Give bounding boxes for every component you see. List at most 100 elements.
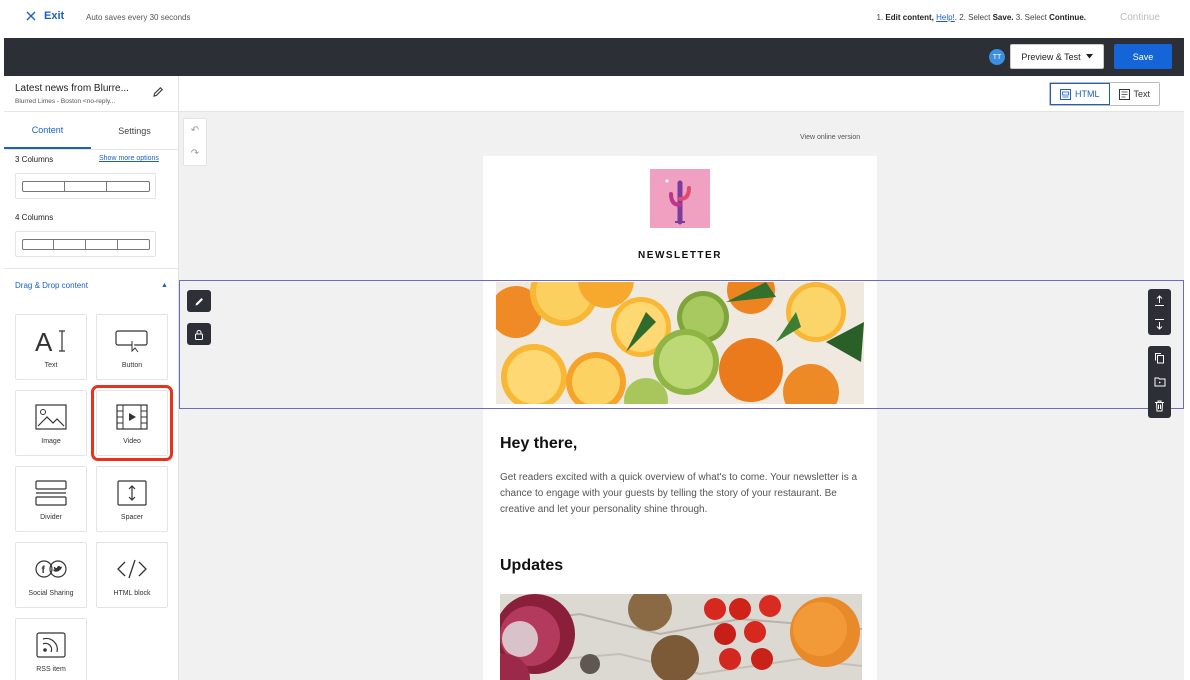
text-view-icon: [1118, 88, 1130, 100]
tile-label: Video: [123, 437, 141, 445]
show-more-options-link[interactable]: Show more options: [99, 155, 159, 162]
editor-header: TT Preview & Test Save: [4, 38, 1184, 76]
three-columns-label: 3 Columns: [15, 155, 54, 164]
step1-bold: Edit content,: [885, 13, 934, 22]
email-body: NEWSLETTER Hey there, Get readers excite…: [483, 156, 877, 680]
preview-test-label: Preview & Test: [1021, 51, 1081, 62]
four-columns-icon: [21, 238, 150, 250]
view-toggle: HTML Text: [1049, 82, 1161, 106]
step2-bold: Save.: [992, 13, 1014, 22]
tile-video[interactable]: Video: [91, 385, 173, 461]
delete-icon[interactable]: [1154, 400, 1165, 412]
autosave-text: Auto saves every 30 seconds: [86, 13, 191, 22]
row-actions-toolbar: [1148, 346, 1171, 418]
history-controls: ↶ ↷: [183, 118, 207, 166]
campaign-sender: Blurred Limes - Boston <no-reply...: [15, 98, 116, 105]
produce-image-icon: [500, 594, 862, 680]
move-up-icon[interactable]: [1154, 294, 1165, 307]
image-icon: [35, 402, 67, 432]
social-sharing-icon: f: [34, 554, 68, 584]
pencil-icon: [195, 297, 203, 305]
canvas-toolbar: HTML Text: [179, 76, 1184, 112]
divider: [4, 268, 178, 269]
cactus-logo-icon: [665, 179, 691, 225]
divider-icon: [35, 478, 67, 508]
view-online-link[interactable]: View online version: [800, 134, 860, 141]
tile-rss-item[interactable]: RSS item: [15, 618, 87, 680]
sidebar: Latest news from Blurre... Blurred Limes…: [4, 76, 179, 680]
text-view-label: Text: [1133, 89, 1151, 99]
edit-pencil-icon[interactable]: [152, 86, 164, 98]
updates-image[interactable]: [500, 594, 862, 680]
html-view-button[interactable]: HTML: [1050, 83, 1110, 105]
tile-divider[interactable]: Divider: [15, 466, 87, 532]
layout-four-columns[interactable]: [15, 231, 156, 257]
preview-test-button[interactable]: Preview & Test: [1010, 44, 1104, 69]
duplicate-icon[interactable]: [1154, 352, 1165, 364]
video-icon: [116, 402, 148, 432]
tab-content[interactable]: Content: [4, 112, 91, 149]
save-button[interactable]: Save: [1114, 44, 1172, 69]
four-columns-label: 4 Columns: [15, 213, 54, 222]
undo-icon[interactable]: ↶: [191, 125, 199, 136]
redo-icon[interactable]: ↷: [191, 148, 199, 159]
citrus-image-icon: [496, 282, 864, 404]
hero-image[interactable]: [496, 282, 864, 404]
tile-label: Image: [41, 437, 61, 445]
tile-label: Social Sharing: [28, 589, 74, 597]
step3-prefix: 3. Select: [1015, 13, 1047, 22]
layout-three-columns[interactable]: [15, 173, 156, 199]
continue-button[interactable]: Continue: [1120, 12, 1160, 23]
greeting-heading[interactable]: Hey there,: [500, 435, 577, 453]
tile-label: Button: [121, 361, 143, 369]
html-block-icon: [116, 554, 148, 584]
svg-text:A: A: [35, 327, 53, 355]
top-bar: Exit Auto saves every 30 seconds 1. Edit…: [0, 0, 1190, 38]
lock-icon: [195, 329, 203, 340]
three-columns-icon: [21, 180, 150, 192]
caret-down-icon: [1085, 54, 1093, 59]
tile-spacer[interactable]: Spacer: [96, 466, 168, 532]
close-icon: [26, 11, 36, 21]
drag-drop-header[interactable]: Drag & Drop content: [15, 281, 88, 290]
exit-button[interactable]: Exit: [26, 10, 64, 22]
edit-row-button[interactable]: [187, 290, 211, 312]
intro-paragraph[interactable]: Get readers excited with a quick overvie…: [500, 470, 870, 518]
tile-button[interactable]: Button: [96, 314, 168, 380]
tile-text[interactable]: A Text: [15, 314, 87, 380]
tile-social-sharing[interactable]: f Social Sharing: [15, 542, 87, 608]
move-down-icon[interactable]: [1154, 318, 1165, 330]
svg-text:f: f: [42, 565, 46, 576]
lock-row-button[interactable]: [187, 323, 211, 345]
step1-prefix: 1.: [876, 13, 884, 22]
move-row-toolbar: [1148, 289, 1171, 335]
html-view-label: HTML: [1075, 89, 1100, 99]
updates-heading[interactable]: Updates: [500, 557, 563, 575]
help-link[interactable]: Help!: [936, 13, 955, 22]
save-to-folder-icon[interactable]: [1154, 376, 1166, 387]
caret-up-icon[interactable]: ▲: [161, 282, 168, 289]
newsletter-title: NEWSLETTER: [638, 250, 722, 261]
step-instructions: 1. Edit content, Help!. 2. Select Save. …: [877, 13, 1087, 22]
rss-icon: [36, 630, 66, 660]
sidebar-tabs: Content Settings: [4, 112, 178, 150]
tile-label: Divider: [40, 513, 62, 521]
tile-html-block[interactable]: HTML block: [96, 542, 168, 608]
tile-label: HTML block: [113, 589, 151, 597]
avatar[interactable]: TT: [989, 49, 1005, 65]
newsletter-logo[interactable]: [650, 169, 710, 228]
tile-label: Text: [44, 361, 58, 369]
text-icon: A: [35, 326, 67, 356]
exit-label: Exit: [44, 10, 65, 22]
campaign-title: Latest news from Blurre...: [15, 83, 129, 94]
tile-image[interactable]: Image: [15, 390, 87, 456]
step3-bold: Continue.: [1049, 13, 1086, 22]
tab-settings[interactable]: Settings: [91, 112, 178, 149]
spacer-icon: [117, 478, 147, 508]
button-icon: [115, 326, 149, 356]
html-view-icon: [1060, 88, 1071, 100]
text-view-button[interactable]: Text: [1109, 83, 1160, 105]
tile-label: RSS item: [36, 665, 66, 673]
editor-canvas: HTML Text ↶ ↷ View online version NEWSLE…: [179, 76, 1184, 680]
step2-prefix: . 2. Select: [954, 13, 991, 22]
